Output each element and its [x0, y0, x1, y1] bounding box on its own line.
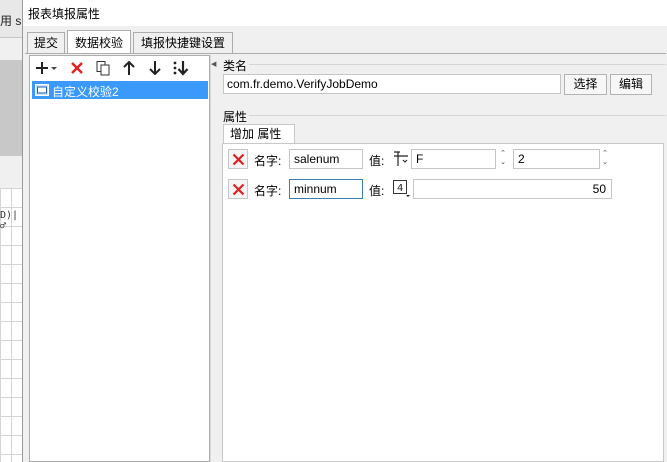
add-icon[interactable]: [34, 58, 62, 78]
tab-add-property[interactable]: 增加 属性: [223, 124, 295, 144]
formula-icon[interactable]: [393, 151, 409, 167]
sort-icon[interactable]: [170, 58, 192, 78]
move-down-icon[interactable]: [144, 58, 166, 78]
splitter-arrow-icon[interactable]: ◀: [211, 60, 216, 68]
tab-submit[interactable]: 提交: [27, 32, 65, 54]
tab-data-validation[interactable]: 数据校验: [67, 30, 131, 54]
background-app: 用 s D)|♂: [0, 0, 24, 462]
select-button[interactable]: 选择: [564, 74, 607, 95]
delete-icon: [232, 153, 244, 165]
background-panel: [0, 60, 24, 156]
copy-icon[interactable]: [92, 58, 114, 78]
background-menu: 用 s: [0, 0, 24, 38]
class-name-divider: [249, 64, 666, 65]
validation-list-panel: 自定义校验2: [29, 55, 210, 462]
report-fill-properties-dialog: 报表填报属性 提交 数据校验 填报快捷键设置 自定义校验2 ◀ 类名 com.f…: [22, 0, 667, 462]
delete-icon[interactable]: [66, 58, 88, 78]
value-label: 值:: [369, 154, 385, 168]
number-stepper[interactable]: ⌃ ⌄: [599, 149, 611, 169]
formula-field[interactable]: F: [411, 149, 496, 169]
properties-divider: [249, 115, 666, 116]
list-item[interactable]: 自定义校验2: [32, 81, 208, 99]
properties-label: 属性: [223, 110, 248, 124]
number-field[interactable]: 50: [413, 179, 612, 199]
panel-splitter[interactable]: [210, 55, 215, 462]
name-label: 名字:: [254, 184, 282, 198]
move-up-icon[interactable]: [118, 58, 140, 78]
delete-row-button[interactable]: [228, 179, 248, 199]
dialog-title: 报表填报属性: [28, 7, 101, 21]
delete-row-button[interactable]: [228, 149, 248, 169]
value-label: 值:: [369, 184, 385, 198]
validation-toolbar: [30, 56, 209, 80]
svg-text:4: 4: [397, 183, 403, 194]
tab-shortcut-settings[interactable]: 填报快捷键设置: [133, 32, 233, 54]
formula-stepper[interactable]: ⌃ ⌄: [497, 149, 509, 169]
name-field[interactable]: salenum: [289, 149, 363, 169]
dialog-titlebar[interactable]: 报表填报属性: [23, 0, 667, 26]
class-name-field[interactable]: com.fr.demo.VerifyJobDemo: [223, 74, 561, 94]
edit-button[interactable]: 编辑: [610, 74, 652, 95]
name-label: 名字:: [254, 154, 282, 168]
class-name-label: 类名: [223, 59, 248, 73]
list-item-label: 自定义校验2: [52, 85, 119, 99]
number-field[interactable]: 2: [513, 149, 600, 169]
tab-divider: [25, 53, 666, 54]
integer-icon[interactable]: 4: [393, 180, 410, 197]
validation-item-icon: [35, 84, 49, 96]
properties-area: 名字: salenum 值: F ⌃ ⌄ 2 ⌃ ⌄ 名字: minnum 值: 4…: [222, 143, 664, 462]
background-cell-text: D)|♂: [0, 210, 19, 232]
delete-icon: [232, 183, 244, 195]
background-menu-text: 用 s: [0, 14, 22, 28]
name-field[interactable]: minnum: [289, 179, 363, 199]
